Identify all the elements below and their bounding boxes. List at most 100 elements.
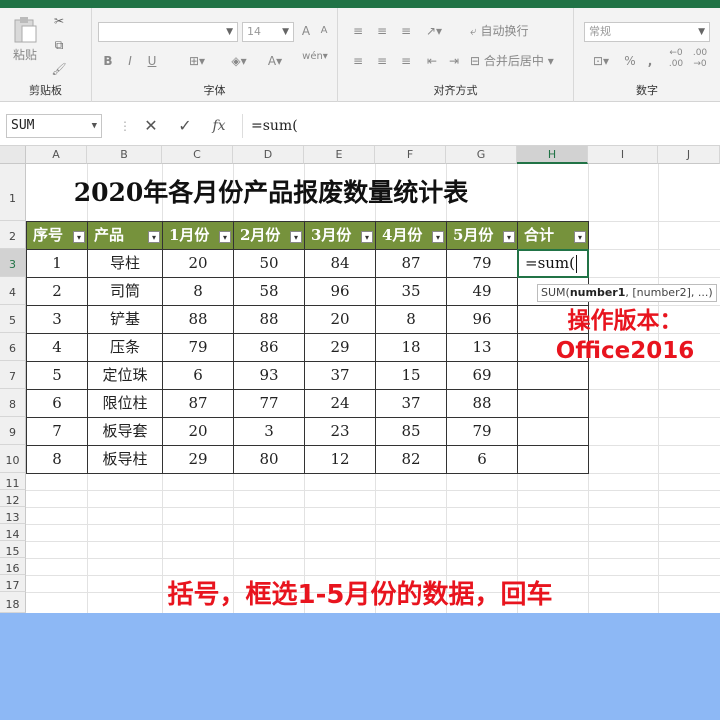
table-cell[interactable]: 3: [26, 305, 88, 334]
table-cell[interactable]: 86: [233, 333, 305, 362]
table-cell[interactable]: 限位柱: [87, 389, 163, 418]
percent-button[interactable]: %: [622, 52, 638, 70]
table-cell[interactable]: 6: [446, 445, 518, 474]
column-header-c[interactable]: C: [162, 146, 233, 164]
filter-dropdown-icon[interactable]: ▾: [361, 231, 373, 243]
table-cell[interactable]: 6: [162, 361, 234, 390]
table-cell[interactable]: 压条: [87, 333, 163, 362]
table-cell[interactable]: 定位珠: [87, 361, 163, 390]
row-header-14[interactable]: 14: [0, 524, 26, 541]
table-cell[interactable]: 3: [233, 417, 305, 446]
table-cell[interactable]: 24: [304, 389, 376, 418]
number-format-select[interactable]: 常规 ▼: [584, 22, 710, 42]
align-center-icon[interactable]: ≡: [372, 52, 392, 70]
table-cell[interactable]: 87: [375, 249, 447, 278]
align-bottom-icon[interactable]: ≡: [396, 22, 416, 40]
table-cell[interactable]: [517, 389, 589, 418]
table-cell[interactable]: 88: [446, 389, 518, 418]
row-header-5[interactable]: 5: [0, 305, 26, 333]
row-header-13[interactable]: 13: [0, 507, 26, 524]
row-header-4[interactable]: 4: [0, 277, 26, 305]
phonetic-icon[interactable]: wén▾: [300, 48, 330, 66]
paste-icon[interactable]: [8, 16, 42, 44]
table-cell[interactable]: 8: [162, 277, 234, 306]
column-header-g[interactable]: G: [446, 146, 517, 164]
table-cell[interactable]: 12: [304, 445, 376, 474]
filter-dropdown-icon[interactable]: ▾: [148, 231, 160, 243]
row-header-8[interactable]: 8: [0, 389, 26, 417]
font-name-select[interactable]: ▼: [98, 22, 238, 42]
table-cell[interactable]: 37: [375, 389, 447, 418]
bold-button[interactable]: B: [100, 52, 116, 70]
decrease-decimal-icon[interactable]: .00 →0: [690, 48, 710, 70]
filter-dropdown-icon[interactable]: ▾: [219, 231, 231, 243]
table-cell[interactable]: 50: [233, 249, 305, 278]
row-header-7[interactable]: 7: [0, 361, 26, 389]
row-header-15[interactable]: 15: [0, 541, 26, 558]
table-cell[interactable]: 司筒: [87, 277, 163, 306]
column-header-b[interactable]: B: [87, 146, 162, 164]
table-cell[interactable]: 5: [26, 361, 88, 390]
filter-dropdown-icon[interactable]: ▾: [73, 231, 85, 243]
table-cell[interactable]: 69: [446, 361, 518, 390]
row-header-9[interactable]: 9: [0, 417, 26, 445]
increase-font-icon[interactable]: A: [298, 22, 314, 40]
row-header-12[interactable]: 12: [0, 490, 26, 507]
filter-dropdown-icon[interactable]: ▾: [503, 231, 515, 243]
filter-dropdown-icon[interactable]: ▾: [574, 231, 586, 243]
formula-input[interactable]: =sum(: [242, 114, 720, 138]
cut-icon[interactable]: ✂: [50, 12, 68, 30]
select-all-corner[interactable]: [0, 146, 26, 164]
table-cell[interactable]: 20: [304, 305, 376, 334]
row-header-1[interactable]: 1: [0, 164, 26, 221]
filter-dropdown-icon[interactable]: ▾: [432, 231, 444, 243]
table-cell[interactable]: 29: [162, 445, 234, 474]
align-top-icon[interactable]: ≡: [348, 22, 368, 40]
column-header-d[interactable]: D: [233, 146, 304, 164]
cancel-button[interactable]: ✕: [138, 114, 164, 138]
table-cell[interactable]: 37: [304, 361, 376, 390]
table-cell[interactable]: 导柱: [87, 249, 163, 278]
row-header-6[interactable]: 6: [0, 333, 26, 361]
table-cell[interactable]: 79: [162, 333, 234, 362]
column-header-e[interactable]: E: [304, 146, 375, 164]
table-cell[interactable]: 板导套: [87, 417, 163, 446]
font-color-icon[interactable]: A▾: [260, 52, 290, 70]
table-cell[interactable]: 58: [233, 277, 305, 306]
format-painter-icon[interactable]: 🖌: [50, 60, 68, 78]
align-right-icon[interactable]: ≡: [396, 52, 416, 70]
table-cell[interactable]: 88: [233, 305, 305, 334]
paste-button[interactable]: 粘贴: [8, 46, 42, 64]
merge-center-button[interactable]: ⊟ 合并后居中 ▾: [470, 52, 570, 70]
table-cell[interactable]: 13: [446, 333, 518, 362]
wrap-text-button[interactable]: ⤶ 自动换行: [470, 22, 570, 40]
column-header-i[interactable]: I: [588, 146, 658, 164]
table-cell[interactable]: [517, 417, 589, 446]
column-header-a[interactable]: A: [26, 146, 87, 164]
table-cell[interactable]: 79: [446, 417, 518, 446]
currency-icon[interactable]: ⊡▾: [586, 52, 616, 70]
align-left-icon[interactable]: ≡: [348, 52, 368, 70]
table-cell[interactable]: 49: [446, 277, 518, 306]
table-cell[interactable]: 96: [446, 305, 518, 334]
row-header-2[interactable]: 2: [0, 221, 26, 249]
row-header-10[interactable]: 10: [0, 445, 26, 473]
table-cell[interactable]: 7: [26, 417, 88, 446]
table-cell[interactable]: 85: [375, 417, 447, 446]
copy-icon[interactable]: ⧉: [50, 36, 68, 54]
increase-indent-icon[interactable]: ⇥: [444, 52, 464, 70]
row-header-16[interactable]: 16: [0, 558, 26, 575]
table-cell[interactable]: 6: [26, 389, 88, 418]
decrease-indent-icon[interactable]: ⇤: [422, 52, 442, 70]
row-header-3[interactable]: 3: [0, 249, 26, 277]
underline-button[interactable]: U: [144, 52, 160, 70]
column-header-j[interactable]: J: [658, 146, 720, 164]
comma-button[interactable]: ,: [642, 52, 658, 70]
table-cell[interactable]: 1: [26, 249, 88, 278]
table-cell[interactable]: 23: [304, 417, 376, 446]
table-cell[interactable]: 板导柱: [87, 445, 163, 474]
column-header-f[interactable]: F: [375, 146, 446, 164]
font-size-select[interactable]: 14 ▼: [242, 22, 294, 42]
name-box[interactable]: SUM ▼: [6, 114, 102, 138]
table-cell[interactable]: 15: [375, 361, 447, 390]
